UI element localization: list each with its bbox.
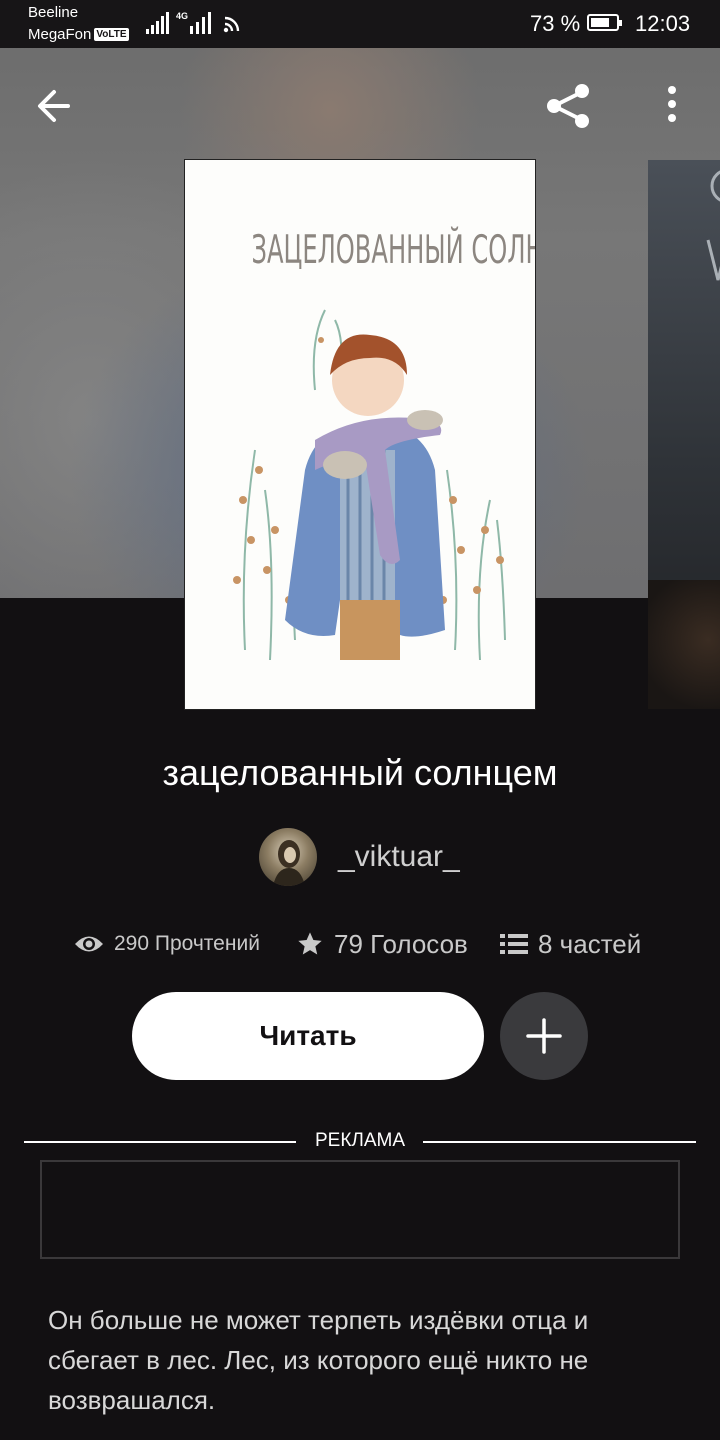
wifi-hotspot-icon: [223, 16, 240, 33]
volte-badge: VoLTE: [94, 28, 129, 41]
author-row[interactable]: _viktuar_: [0, 828, 720, 888]
ad-banner[interactable]: [40, 1160, 680, 1259]
cover-title: ЗАЦЕЛОВАННЫЙ СОЛНЦЕМ: [251, 228, 536, 273]
battery-icon: [587, 14, 622, 31]
votes-count: 79 Голосов: [334, 928, 468, 959]
signal-icon: [146, 12, 170, 34]
more-options-button[interactable]: [652, 80, 692, 132]
book-description: Он больше не может терпеть издёвки отца …: [48, 1305, 589, 1415]
carrier-name-2-label: MegaFon: [28, 26, 92, 43]
author-avatar[interactable]: [259, 828, 317, 886]
back-button[interactable]: [30, 80, 82, 132]
plus-icon: [526, 1018, 562, 1054]
battery-fill: [591, 18, 609, 27]
carrier-name-2: MegaFon VoLTE: [28, 26, 129, 43]
star-icon: [298, 932, 322, 955]
add-to-library-button[interactable]: [500, 992, 588, 1080]
battery-percent: 73 %: [530, 11, 581, 36]
book-cover[interactable]: ЗАЦЕЛОВАННЫЙ СОЛНЦЕМ: [185, 160, 535, 709]
next-cover-art: [698, 160, 720, 331]
ad-divider-right: [423, 1141, 696, 1143]
cover-illustration: [233, 309, 506, 661]
book-stats: 290 Прочтений 79 Голосов 8 частей: [0, 926, 720, 962]
carrier-name-1: Beeline: [28, 4, 79, 21]
more-vertical-icon: [668, 86, 676, 122]
book-title: зацелованный солнцем: [162, 752, 558, 793]
read-button[interactable]: Читать: [132, 992, 484, 1080]
eye-icon: [75, 936, 103, 952]
parts-stat: 8 частей: [500, 926, 641, 962]
votes-stat: 79 Голосов: [296, 926, 468, 962]
clock: 12:03: [635, 11, 691, 36]
parts-count: 8 частей: [538, 928, 642, 959]
share-button[interactable]: [540, 78, 596, 134]
reads-count: 290 Прочтений: [114, 932, 260, 955]
arrow-left-icon: [38, 90, 70, 122]
list-icon: [500, 934, 528, 954]
signal-icon-2: [186, 12, 214, 34]
next-book-cover[interactable]: [648, 160, 720, 709]
author-name[interactable]: _viktuar_: [338, 840, 460, 874]
status-bar: Beeline MegaFon VoLTE 4G 73 % 12:03: [0, 0, 720, 48]
share-icon: [547, 84, 589, 128]
reads-stat: 290 Прочтений: [74, 926, 260, 962]
